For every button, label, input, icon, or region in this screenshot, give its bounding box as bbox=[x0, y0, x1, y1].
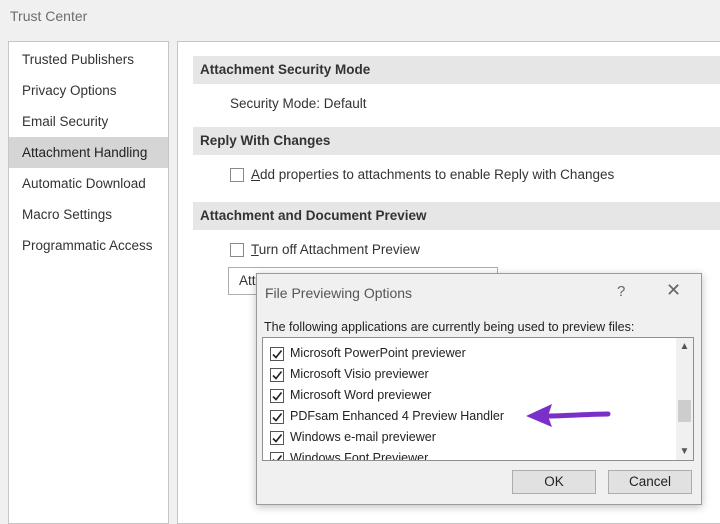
sidebar-item-attachment-handling[interactable]: Attachment Handling bbox=[9, 137, 168, 168]
reply-with-changes-label-text: dd properties to attachments to enable R… bbox=[260, 167, 615, 182]
list-item-label: Microsoft Word previewer bbox=[290, 388, 432, 402]
scroll-thumb[interactable] bbox=[678, 400, 691, 422]
reply-with-changes-accel: A bbox=[251, 167, 261, 182]
list-item[interactable]: Windows Font Previewer bbox=[263, 449, 677, 461]
section-header-security-mode: Attachment Security Mode bbox=[193, 56, 720, 84]
section-header-reply-with-changes: Reply With Changes bbox=[193, 127, 720, 155]
reply-with-changes-label[interactable]: Add properties to attachments to enable … bbox=[251, 167, 614, 182]
list-item[interactable]: Microsoft Word previewer bbox=[263, 386, 677, 407]
close-icon[interactable]: ✕ bbox=[666, 280, 681, 301]
turn-off-preview-checkbox[interactable] bbox=[230, 243, 244, 257]
help-icon[interactable]: ? bbox=[617, 283, 625, 300]
list-item[interactable]: Microsoft Visio previewer bbox=[263, 365, 677, 386]
list-item[interactable]: PDFsam Enhanced 4 Preview Handler bbox=[263, 407, 677, 428]
checkbox-checked-icon[interactable] bbox=[270, 347, 284, 361]
sidebar-item-macro-settings[interactable]: Macro Settings bbox=[9, 199, 168, 230]
dialog-description: The following applications are currently… bbox=[264, 320, 635, 334]
list-item-label: Windows Font Previewer bbox=[290, 451, 429, 461]
checkbox-checked-icon[interactable] bbox=[270, 410, 284, 424]
file-previewing-options-dialog: File Previewing Options ? ✕ The followin… bbox=[256, 273, 702, 505]
reply-with-changes-checkbox[interactable] bbox=[230, 168, 244, 182]
checkbox-checked-icon[interactable] bbox=[270, 389, 284, 403]
checkbox-checked-icon[interactable] bbox=[270, 431, 284, 445]
sidebar-item-email-security[interactable]: Email Security bbox=[9, 106, 168, 137]
list-item[interactable]: Microsoft PowerPoint previewer bbox=[263, 344, 677, 365]
sidebar: Trusted Publishers Privacy Options Email… bbox=[8, 41, 169, 524]
window-title: Trust Center bbox=[10, 8, 88, 24]
ok-button[interactable]: OK bbox=[512, 470, 596, 494]
security-mode-text: Security Mode: Default bbox=[230, 96, 367, 111]
scroll-down-icon[interactable]: ▼ bbox=[676, 443, 693, 460]
turn-off-preview-accel: T bbox=[251, 242, 259, 257]
sidebar-item-automatic-download[interactable]: Automatic Download bbox=[9, 168, 168, 199]
section-header-attachment-preview: Attachment and Document Preview bbox=[193, 202, 720, 230]
previewer-list[interactable]: Microsoft PowerPoint previewer Microsoft… bbox=[262, 337, 694, 461]
list-item-label: Microsoft PowerPoint previewer bbox=[290, 346, 466, 360]
dialog-title: File Previewing Options bbox=[265, 285, 413, 301]
list-item-label: Microsoft Visio previewer bbox=[290, 367, 429, 381]
checkbox-checked-icon[interactable] bbox=[270, 368, 284, 382]
turn-off-preview-label[interactable]: Turn off Attachment Preview bbox=[251, 242, 420, 257]
list-item-label: PDFsam Enhanced 4 Preview Handler bbox=[290, 409, 504, 423]
list-scrollbar[interactable]: ▲ ▼ bbox=[676, 338, 693, 460]
sidebar-item-trusted-publishers[interactable]: Trusted Publishers bbox=[9, 44, 168, 75]
annotation-arrow-icon bbox=[526, 404, 611, 427]
list-item[interactable]: Windows e-mail previewer bbox=[263, 428, 677, 449]
checkbox-checked-icon[interactable] bbox=[270, 452, 284, 460]
cancel-button[interactable]: Cancel bbox=[608, 470, 692, 494]
sidebar-item-programmatic-access[interactable]: Programmatic Access bbox=[9, 230, 168, 261]
sidebar-item-privacy-options[interactable]: Privacy Options bbox=[9, 75, 168, 106]
scroll-up-icon[interactable]: ▲ bbox=[676, 338, 693, 355]
list-item-label: Windows e-mail previewer bbox=[290, 430, 436, 444]
turn-off-preview-label-text: urn off Attachment Preview bbox=[258, 242, 420, 257]
